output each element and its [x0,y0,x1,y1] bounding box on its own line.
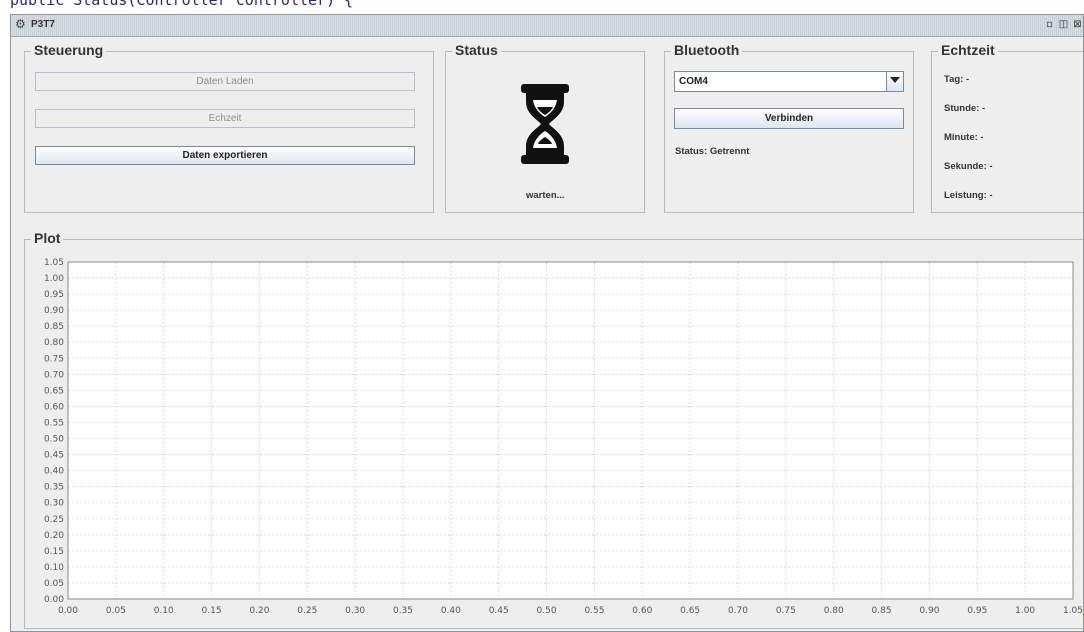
y-tick-label: 1.00 [44,274,64,284]
y-tick-label: 0.20 [44,531,64,541]
y-tick-label: 0.05 [44,579,64,589]
maximize-icon[interactable]: ◫ [1058,19,1069,30]
y-tick-label: 0.15 [44,547,64,557]
x-tick-label: 0.60 [632,606,652,616]
daten-laden-button[interactable]: Daten Laden [35,72,415,91]
x-tick-label: 0.15 [202,606,222,616]
y-tick-label: 0.90 [44,306,64,316]
y-tick-label: 0.75 [44,354,64,364]
sekunde-label: Sekunde: - [944,161,993,172]
echtzeit-button[interactable]: Echzeit [35,109,415,128]
x-tick-label: 0.80 [824,606,844,616]
x-tick-label: 0.05 [106,606,126,616]
background-code-text: public Status(Controller controller) { [10,0,354,9]
x-tick-label: 1.05 [1063,606,1083,616]
steuerung-title: Steuerung [31,42,107,58]
x-tick-label: 0.75 [776,606,796,616]
plot-area [68,262,1073,599]
x-tick-label: 0.65 [680,606,700,616]
bluetooth-panel: Bluetooth COM4 Verbinden Status: Getrenn… [664,42,914,213]
x-tick-label: 0.45 [489,606,509,616]
y-tick-label: 0.50 [44,435,64,445]
x-tick-label: 0.20 [249,606,269,616]
x-tick-label: 0.95 [967,606,987,616]
stunde-label: Stunde: - [944,103,986,114]
echtzeit-title: Echtzeit [938,42,998,58]
window-title: P3T7 [31,19,55,30]
com-port-select[interactable]: COM4 [674,71,904,92]
minimize-icon[interactable]: ▫ [1044,19,1055,30]
y-tick-label: 0.70 [44,370,64,380]
x-tick-label: 0.50 [537,606,557,616]
x-tick-label: 0.85 [872,606,892,616]
title-bar[interactable]: ⚙ P3T7 ▫ ◫ ⊠ [11,15,1083,37]
x-tick-label: 0.10 [154,606,174,616]
y-tick-label: 0.60 [44,402,64,412]
steuerung-panel: Steuerung Daten Laden Echzeit Daten expo… [24,42,434,213]
x-tick-label: 0.00 [58,606,78,616]
plot-panel: Plot 0.00 0.05 0.10 0.15 0.20 0.25 0.30 0.35 0.4… [24,230,1084,629]
y-tick-label: 0.80 [44,338,64,348]
close-icon[interactable]: ⊠ [1072,19,1083,30]
x-tick-label: 0.70 [728,606,748,616]
com-port-value: COM4 [679,76,708,87]
x-tick-label: 0.40 [441,606,461,616]
y-tick-label: 0.35 [44,483,64,493]
y-tick-label: 0.40 [44,467,64,477]
y-tick-label: 0.85 [44,322,64,332]
x-tick-label: 0.35 [393,606,413,616]
minute-label: Minute: - [944,132,984,143]
background-code: public Status(Controller controller) { [0,0,1084,14]
y-tick-label: 0.55 [44,418,64,428]
echtzeit-panel: Echtzeit Tag: - Stunde: - Minute: - Seku… [931,42,1083,213]
plot-chart[interactable]: 0.00 0.05 0.10 0.15 0.20 0.25 0.30 0.35 0.40 0.45… [25,240,1084,628]
x-tick-label: 0.25 [297,606,317,616]
verbinden-button[interactable]: Verbinden [674,108,904,129]
status-panel: Status warten... [445,42,645,213]
y-tick-label: 0.00 [44,595,64,605]
desktop-edge [0,14,10,632]
y-tick-label: 0.25 [44,515,64,525]
y-tick-label: 0.65 [44,386,64,396]
y-tick-label: 0.10 [44,563,64,573]
app-window: ⚙ P3T7 ▫ ◫ ⊠ Steuerung Daten Laden Echze… [10,14,1084,632]
bluetooth-status-text: Status: Getrennt [675,146,750,157]
x-tick-label: 0.30 [345,606,365,616]
tag-label: Tag: - [944,74,970,85]
leistung-label: Leistung: - [944,190,993,201]
status-text: warten... [526,190,565,201]
y-tick-label: 0.95 [44,290,64,300]
x-tick-label: 0.55 [584,606,604,616]
y-tick-label: 0.30 [44,499,64,509]
gear-icon: ⚙ [15,17,26,31]
hourglass-icon [521,84,569,164]
status-title: Status [452,42,501,58]
y-tick-label: 0.45 [44,451,64,461]
bluetooth-title: Bluetooth [671,42,743,58]
x-tick-label: 1.00 [1015,606,1035,616]
y-tick-label: 1.05 [44,258,64,268]
daten-exportieren-button[interactable]: Daten exportieren [35,146,415,165]
x-tick-label: 0.90 [919,606,939,616]
chevron-down-icon[interactable] [886,72,903,91]
